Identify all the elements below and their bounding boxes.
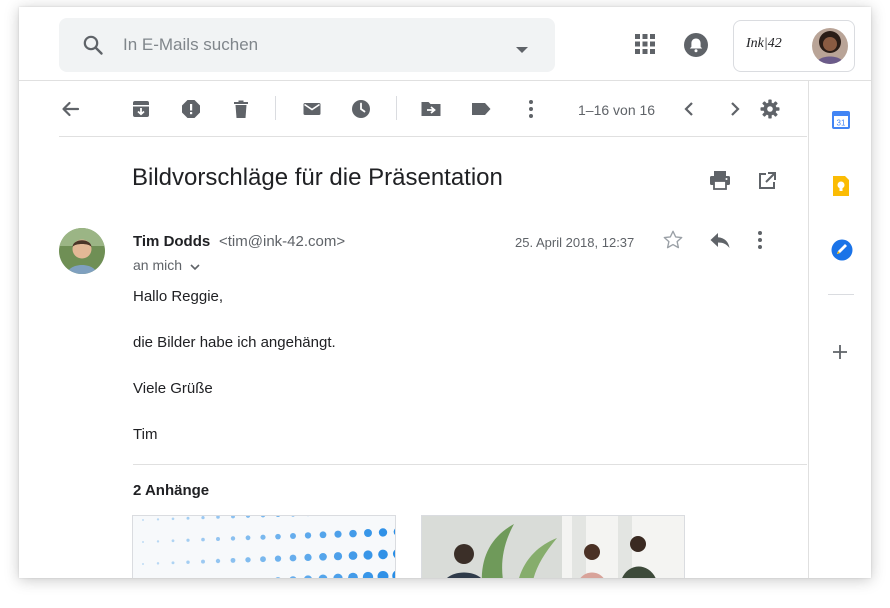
organization-logo: Ink|42 bbox=[746, 36, 782, 51]
email-subject: Bildvorschläge für die Präsentation bbox=[132, 164, 503, 191]
keep-bulb-icon[interactable] bbox=[831, 175, 851, 202]
attachments-divider bbox=[133, 464, 807, 465]
attachment-thumbnail[interactable] bbox=[132, 515, 396, 578]
chevron-left-icon[interactable] bbox=[678, 98, 700, 120]
email-body-line: Viele Grüße bbox=[133, 380, 213, 397]
archive-icon[interactable] bbox=[130, 98, 152, 120]
email-body-line: Tim bbox=[133, 426, 158, 443]
gmail-window: In E-Mails suchen Ink|42 1–16 von 16 Bil… bbox=[19, 7, 871, 578]
label-icon[interactable] bbox=[470, 98, 492, 120]
gear-icon[interactable] bbox=[759, 98, 781, 120]
chevron-right-icon[interactable] bbox=[724, 98, 746, 120]
sender-email: <tim@ink-42.com> bbox=[219, 233, 346, 250]
clock-icon[interactable] bbox=[350, 98, 372, 120]
more-vert-icon[interactable] bbox=[520, 98, 542, 120]
attachment-image bbox=[133, 516, 395, 578]
toolbar-divider bbox=[275, 96, 276, 120]
search-bar[interactable]: In E-Mails suchen bbox=[59, 18, 555, 72]
attachment-thumbnail[interactable] bbox=[421, 515, 685, 578]
reply-icon[interactable] bbox=[709, 231, 731, 254]
calendar-icon[interactable]: 31 bbox=[831, 110, 851, 135]
apps-grid-icon[interactable] bbox=[634, 33, 656, 60]
more-vert-icon[interactable] bbox=[757, 230, 763, 255]
attachments-title: 2 Anhänge bbox=[133, 482, 210, 499]
svg-text:31: 31 bbox=[837, 119, 846, 128]
account-avatar[interactable] bbox=[812, 28, 848, 64]
pager-count: 1–16 von 16 bbox=[578, 102, 656, 118]
mail-icon[interactable] bbox=[301, 98, 323, 120]
sender-avatar[interactable] bbox=[59, 228, 105, 274]
move-to-folder-icon[interactable] bbox=[420, 98, 442, 120]
recipient-label: an mich bbox=[133, 257, 183, 273]
print-icon[interactable] bbox=[709, 170, 731, 195]
search-icon[interactable] bbox=[81, 33, 105, 62]
account-switcher[interactable]: Ink|42 bbox=[733, 20, 855, 72]
report-spam-icon[interactable] bbox=[180, 98, 202, 120]
tasks-icon[interactable] bbox=[831, 239, 853, 266]
caret-down-icon[interactable] bbox=[515, 41, 529, 59]
side-panel-divider bbox=[828, 294, 854, 295]
trash-icon[interactable] bbox=[230, 98, 252, 120]
attachment-image bbox=[422, 516, 684, 578]
star-outline-icon[interactable] bbox=[662, 229, 684, 256]
email-body-line: Hallo Reggie, bbox=[133, 288, 224, 305]
chevron-down-icon[interactable] bbox=[190, 258, 200, 274]
plus-icon[interactable] bbox=[831, 343, 849, 366]
search-input[interactable]: In E-Mails suchen bbox=[123, 35, 258, 55]
bell-icon[interactable] bbox=[683, 32, 709, 63]
email-body-line: die Bilder habe ich angehängt. bbox=[133, 334, 336, 351]
recipient-details[interactable]: an mich bbox=[133, 257, 200, 274]
header: In E-Mails suchen Ink|42 bbox=[19, 7, 871, 81]
side-panel: 31 bbox=[808, 81, 871, 578]
sender-name: Tim Dodds bbox=[133, 233, 211, 250]
email-timestamp: 25. April 2018, 12:37 bbox=[515, 235, 635, 250]
open-in-new-icon[interactable] bbox=[757, 171, 777, 196]
arrow-back-icon[interactable] bbox=[59, 98, 81, 120]
toolbar-divider bbox=[396, 96, 397, 120]
message-toolbar: 1–16 von 16 bbox=[59, 81, 807, 137]
